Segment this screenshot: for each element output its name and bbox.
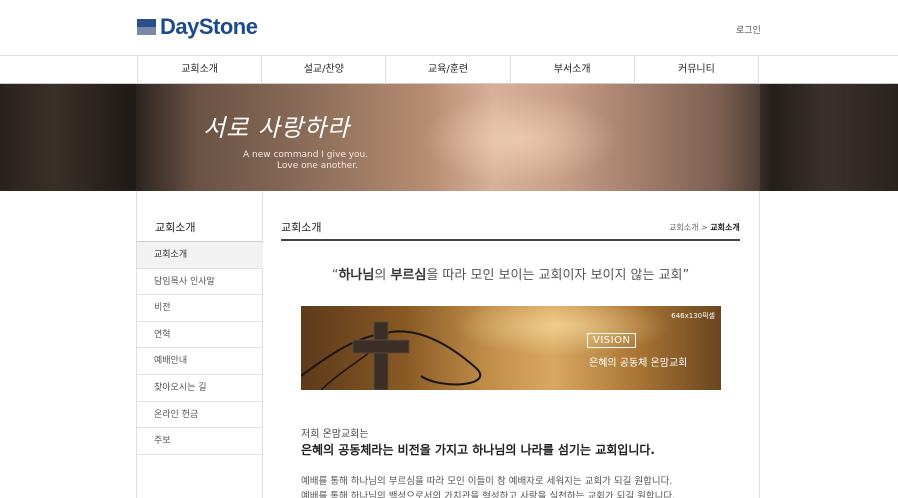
body-paragraph-line: 예배를 통해 하나님의 부르심을 따라 모인 이들이 참 예배자로 세워지는 교… <box>301 476 673 487</box>
site-logo[interactable]: DayStone <box>137 14 258 39</box>
nav-item-community[interactable]: 커뮤니티 <box>635 56 760 84</box>
breadcrumb-current: 교회소개 <box>710 223 740 232</box>
side-item-vision[interactable]: 비전 <box>137 295 263 322</box>
title-divider <box>281 239 740 241</box>
banner-title: 서로 사랑하라 <box>203 114 351 142</box>
side-item-directions[interactable]: 찾아오시는 길 <box>137 375 263 402</box>
hero-banner: 서로 사랑하라 A new command I give you. Love o… <box>0 84 898 191</box>
logo-text: DayStone <box>160 14 258 39</box>
vision-caption: 은혜의 공동체 온맘교회 <box>589 358 688 369</box>
side-item-pastor-greeting[interactable]: 담임목사 인사말 <box>137 269 263 296</box>
side-item-about[interactable]: 교회소개 <box>137 242 263 269</box>
side-menu-list: 교회소개 담임목사 인사말 비전 연혁 예배안내 찾아오시는 길 온라인 헌금 … <box>137 241 263 455</box>
side-menu-title: 교회소개 <box>155 221 196 234</box>
side-item-bulletin[interactable]: 주보 <box>137 428 263 455</box>
breadcrumb: 교회소개 > 교회소개 <box>669 222 740 233</box>
church-motto: “하나님의 부르심을 따라 모인 보이는 교회이자 보이지 않는 교회” <box>331 268 690 283</box>
intro-lead: 저희 온맘교회는 <box>301 429 369 440</box>
intro-heading: 은혜의 공동체라는 비전을 가지고 하나님의 나라를 섬기는 교회입니다. <box>301 443 655 457</box>
banner-subtitle-line1: A new command I give you. <box>243 150 369 160</box>
nav-item-about[interactable]: 교회소개 <box>138 56 263 84</box>
body-paragraph-line: 예배를 통해 하나님의 백성으로서의 가치관을 형성하고 사랑을 실천하는 교회… <box>301 491 676 498</box>
banner-hands-image <box>420 94 620 184</box>
side-item-history[interactable]: 연혁 <box>137 322 263 349</box>
page-title: 교회소개 <box>281 221 322 234</box>
breadcrumb-parent[interactable]: 교회소개 <box>669 223 698 232</box>
breadcrumb-separator-icon: > <box>701 223 708 232</box>
site-header: DayStone 로그인 <box>0 0 898 56</box>
side-item-worship[interactable]: 예배안내 <box>137 348 263 375</box>
vision-size-label: 646x130픽셀 <box>671 312 715 320</box>
login-link[interactable]: 로그인 <box>736 23 761 36</box>
logo-mark-icon <box>137 19 156 35</box>
banner-subtitle-line2: Love one another. <box>277 161 358 171</box>
vision-label: VISION <box>587 333 637 348</box>
vision-banner-image: 646x130픽셀 VISION 은혜의 공동체 온맘교회 <box>301 306 721 390</box>
nav-item-departments[interactable]: 부서소개 <box>511 56 635 84</box>
nav-item-sermon[interactable]: 설교/찬양 <box>262 56 387 84</box>
cross-necklace-icon <box>301 321 482 390</box>
side-menu: 교회소개 교회소개 담임목사 인사말 비전 연혁 예배안내 찾아오시는 길 온라… <box>136 191 263 498</box>
global-nav: 교회소개 설교/찬양 교육/훈련 부서소개 커뮤니티 <box>0 55 898 84</box>
nav-item-education[interactable]: 교육/훈련 <box>386 56 511 84</box>
side-item-online-offering[interactable]: 온라인 헌금 <box>137 402 263 429</box>
